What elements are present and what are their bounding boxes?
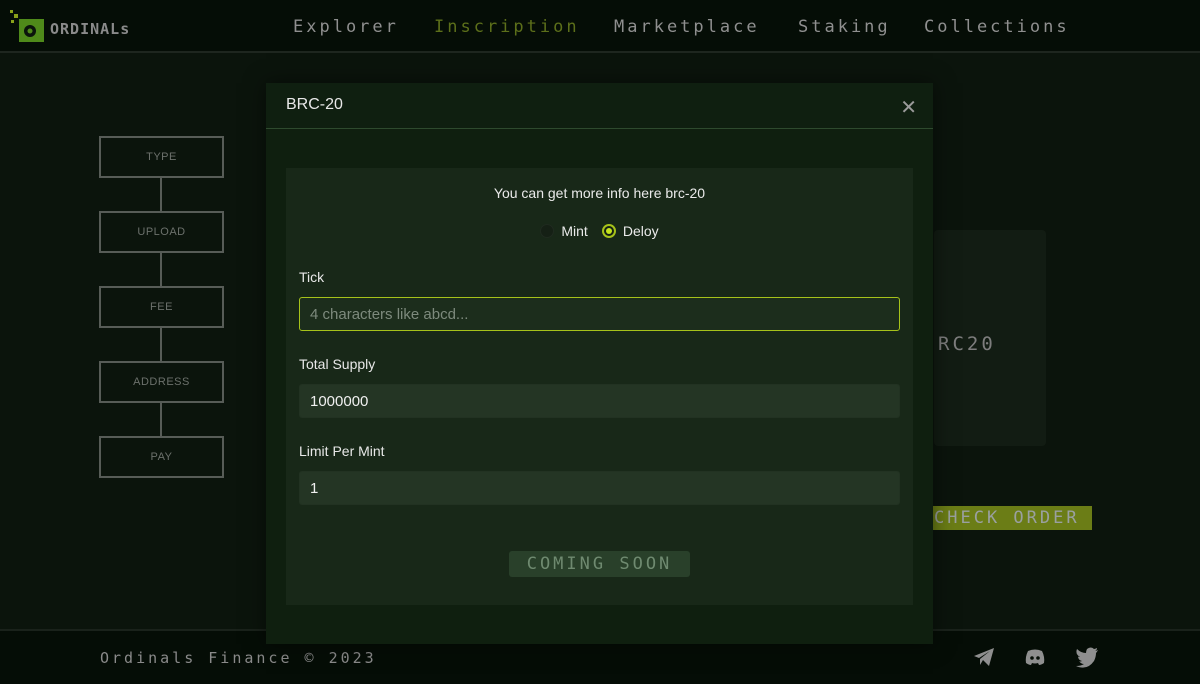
tick-label: Tick [299,269,325,285]
top-nav: ORDINALs Explorer Inscription Marketplac… [0,0,1200,53]
telegram-icon[interactable] [972,645,996,669]
nav-marketplace[interactable]: Marketplace [614,17,760,37]
radio-label: Deloy [622,223,659,239]
limit-per-mint-input[interactable] [299,471,900,505]
nav-staking[interactable]: Staking [798,17,891,37]
step-type: TYPE [99,136,224,178]
step-connector [160,253,162,286]
step-connector [160,178,162,211]
tick-input[interactable] [299,297,900,331]
radio-label: Mint [561,223,588,239]
step-connector [160,403,162,436]
total-supply-label: Total Supply [299,356,376,372]
step-upload: UPLOAD [99,211,224,253]
radio-deploy[interactable]: Deloy [601,223,659,239]
ordinals-logo[interactable] [10,10,44,42]
mode-radio-group: Mint Deloy [286,223,913,239]
info-text[interactable]: You can get more info here brc-20 [286,185,913,201]
step-connector [160,328,162,361]
card-label: RC20 [938,333,996,355]
copyright: Ordinals Finance © 2023 [100,649,377,667]
check-order-button[interactable]: CHECK ORDER [932,506,1092,530]
form-panel: You can get more info here brc-20 Mint D… [286,168,913,605]
step-pay: PAY [99,436,224,478]
nav-inscription[interactable]: Inscription [434,17,580,37]
nav-collections[interactable]: Collections [924,17,1070,37]
radio-mint[interactable]: Mint [540,223,588,239]
limit-per-mint-label: Limit Per Mint [299,443,385,459]
nav-explorer[interactable]: Explorer [293,17,399,37]
close-icon[interactable]: ✕ [900,95,917,120]
step-address: ADDRESS [99,361,224,403]
brc20-modal: BRC-20 ✕ You can get more info here brc-… [266,83,933,644]
modal-title: BRC-20 [286,96,343,113]
radio-circle-checked[interactable] [601,224,616,238]
step-fee: FEE [99,286,224,328]
twitter-icon[interactable] [1075,645,1099,669]
total-supply-input[interactable] [299,384,900,418]
modal-header: BRC-20 ✕ [266,83,933,129]
coming-soon-button[interactable]: COMING SOON [509,551,690,577]
type-card-brc20[interactable]: RC20 [934,230,1046,446]
brand-name: ORDINALs [50,20,131,38]
discord-icon[interactable] [1023,645,1047,669]
radio-circle[interactable] [540,224,555,238]
